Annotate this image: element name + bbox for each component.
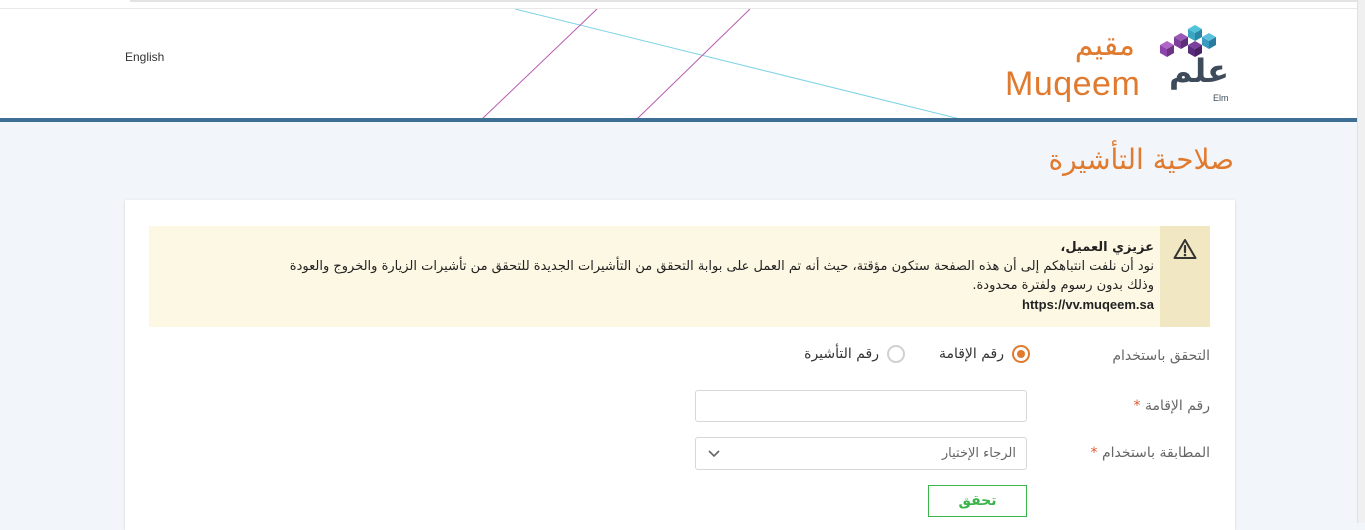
muqeem-logo-arabic: مقيم xyxy=(1074,28,1135,63)
match-by-select[interactable]: الرجاء الإختيار xyxy=(695,437,1027,470)
alert-body-line-2: وذلك بدون رسوم ولفترة محدودة. xyxy=(972,278,1154,293)
radio-visa-control[interactable] xyxy=(887,345,905,363)
top-strip-line xyxy=(130,0,1360,2)
required-mark: * xyxy=(1090,445,1098,461)
verify-button[interactable]: تحقق xyxy=(928,485,1027,517)
elm-logo-english: Elm xyxy=(1213,93,1229,103)
verify-by-label: التحقق باستخدام xyxy=(1112,348,1210,364)
radio-option-iqama[interactable]: رقم الإقامة xyxy=(939,345,1030,363)
chevron-down-icon xyxy=(708,450,720,458)
required-mark: * xyxy=(1133,398,1141,414)
muqeem-logo-english: Muqeem xyxy=(1005,65,1141,103)
alert-url: https://vv.muqeem.sa xyxy=(1022,297,1154,312)
radio-option-visa[interactable]: رقم التأشيرة xyxy=(804,345,905,363)
page-scrollbar[interactable] xyxy=(1357,0,1365,523)
alert-message: عزيزي العميل، نود أن نلفت انتباهكم إلى أ… xyxy=(164,238,1154,314)
notice-alert: عزيزي العميل، نود أن نلفت انتباهكم إلى أ… xyxy=(149,226,1210,327)
alert-body-line-1: نود أن نلفت انتباهكم إلى أن هذه الصفحة س… xyxy=(289,259,1154,274)
warning-icon xyxy=(1173,239,1197,259)
page-title: صلاحية التأشيرة xyxy=(1048,143,1234,176)
alert-title: عزيزي العميل، xyxy=(1060,240,1154,255)
match-by-label: المطابقة باستخدام * xyxy=(1091,445,1210,461)
header-divider xyxy=(0,118,1358,122)
iqama-number-label: رقم الإقامة * xyxy=(1133,398,1210,414)
verification-card: عزيزي العميل، نود أن نلفت انتباهكم إلى أ… xyxy=(125,200,1235,530)
site-header: English مقيم Muqeem علم Elm xyxy=(0,8,1358,119)
match-label-text: المطابقة باستخدام xyxy=(1102,445,1210,461)
language-switch-link[interactable]: English xyxy=(125,50,164,64)
radio-iqama-control[interactable] xyxy=(1012,345,1030,363)
iqama-number-input[interactable] xyxy=(695,390,1027,422)
select-placeholder: الرجاء الإختيار xyxy=(941,446,1016,461)
iqama-label-text: رقم الإقامة xyxy=(1144,398,1210,414)
radio-iqama-label: رقم الإقامة xyxy=(938,346,1004,362)
alert-icon-box xyxy=(1160,226,1210,327)
radio-visa-label: رقم التأشيرة xyxy=(804,346,879,362)
elm-logo-arabic: علم xyxy=(1168,52,1229,90)
top-strip xyxy=(0,0,1365,8)
